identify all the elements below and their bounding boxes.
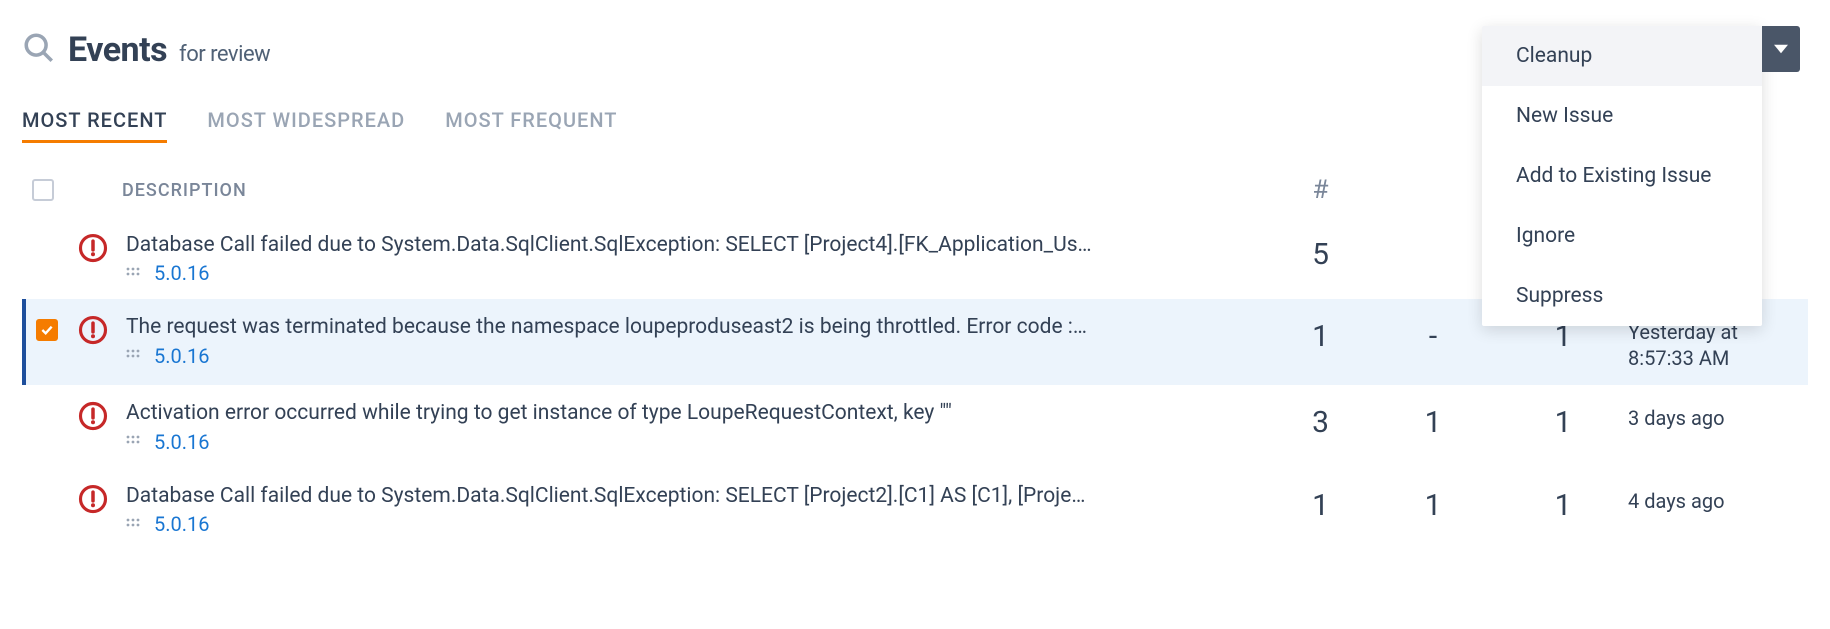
drag-handle-icon <box>126 430 144 453</box>
column-count[interactable]: # <box>1273 175 1368 205</box>
event-title: Database Call failed due to System.Data.… <box>126 231 1253 259</box>
version-link[interactable]: 5.0.16 <box>154 512 210 536</box>
error-icon <box>78 482 126 514</box>
event-count: 1 <box>1273 482 1368 523</box>
error-icon <box>78 231 126 263</box>
event-col2: - <box>1368 313 1498 354</box>
search-icon <box>22 31 56 70</box>
event-col3: 1 <box>1498 482 1628 523</box>
actions-dropdown-wrap: Cleanup New Issue Add to Existing Issue … <box>1482 26 1800 326</box>
tab-most-recent[interactable]: MOST RECENT <box>22 102 167 143</box>
error-icon <box>78 313 126 345</box>
version-link[interactable]: 5.0.16 <box>154 261 210 285</box>
event-time: 3 days ago <box>1628 399 1808 431</box>
version-link[interactable]: 5.0.16 <box>154 344 210 368</box>
action-cleanup[interactable]: Cleanup <box>1482 26 1762 86</box>
actions-dropdown: Cleanup New Issue Add to Existing Issue … <box>1482 26 1762 326</box>
tab-most-widespread[interactable]: MOST WIDESPREAD <box>207 102 405 143</box>
event-count: 1 <box>1273 313 1368 354</box>
event-title: Activation error occurred while trying t… <box>126 399 1253 427</box>
error-icon <box>78 399 126 431</box>
drag-handle-icon <box>126 344 144 367</box>
drag-handle-icon <box>126 513 144 536</box>
event-col2: 1 <box>1368 482 1498 523</box>
event-col3: 1 <box>1498 399 1628 440</box>
page-subtitle: for review <box>179 42 270 67</box>
column-description[interactable]: DESCRIPTION <box>122 180 1273 201</box>
tab-most-frequent[interactable]: MOST FREQUENT <box>445 102 617 143</box>
action-add-to-existing-issue[interactable]: Add to Existing Issue <box>1482 146 1762 206</box>
version-link[interactable]: 5.0.16 <box>154 430 210 454</box>
event-count: 5 <box>1273 231 1368 272</box>
caret-down-icon <box>1774 38 1788 61</box>
table-row[interactable]: Activation error occurred while trying t… <box>22 385 1808 467</box>
action-new-issue[interactable]: New Issue <box>1482 86 1762 146</box>
select-all-checkbox[interactable] <box>32 179 54 201</box>
event-col2: 1 <box>1368 399 1498 440</box>
row-checkbox[interactable] <box>36 319 58 341</box>
event-count: 3 <box>1273 399 1368 440</box>
page-title-text: Events <box>68 30 167 70</box>
event-title: Database Call failed due to System.Data.… <box>126 482 1253 510</box>
action-suppress[interactable]: Suppress <box>1482 266 1762 326</box>
table-row[interactable]: Database Call failed due to System.Data.… <box>22 468 1808 550</box>
event-title: The request was terminated because the n… <box>126 313 1253 341</box>
actions-dropdown-toggle[interactable] <box>1762 26 1800 72</box>
action-ignore[interactable]: Ignore <box>1482 206 1762 266</box>
event-time: 4 days ago <box>1628 482 1808 514</box>
drag-handle-icon <box>126 262 144 285</box>
event-col2 <box>1368 231 1498 237</box>
page-title: Events for review <box>68 30 270 70</box>
